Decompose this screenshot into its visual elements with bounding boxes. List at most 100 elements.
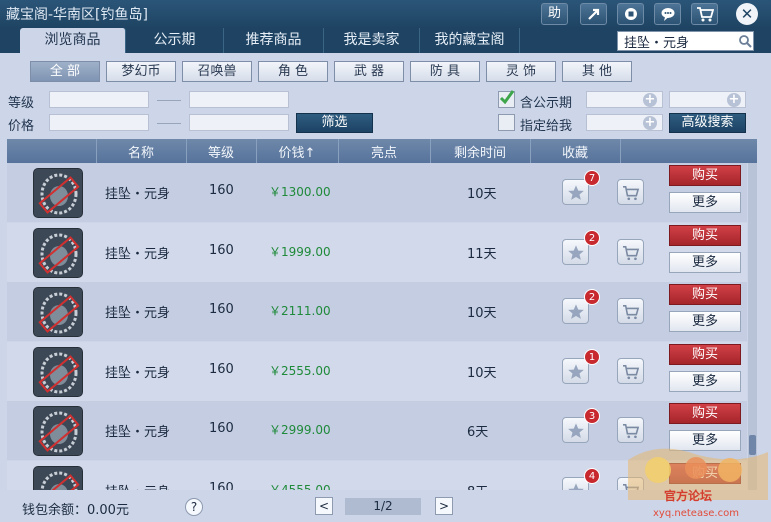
buy-button[interactable]: 购买	[669, 165, 741, 186]
watermark-site-text: xyq.netease.com	[653, 508, 739, 519]
buy-button[interactable]: 购买	[669, 343, 741, 365]
filter-button[interactable]: 筛选	[296, 113, 373, 133]
advanced-search-button[interactable]: 高级搜索	[669, 113, 746, 133]
chat-button[interactable]	[654, 3, 681, 25]
item-remaining-time: 6天	[467, 425, 489, 440]
assign-to-me-checkbox[interactable]	[498, 114, 515, 131]
help-icon[interactable]: ?	[185, 498, 203, 516]
record-button[interactable]	[617, 3, 644, 25]
favorite-count-badge: 2	[584, 229, 600, 246]
table-row[interactable]: 挂坠・元身 160 ￥1300.00 10天 7 购买更多	[7, 163, 747, 222]
table-row[interactable]: 挂坠・元身 160 ￥2111.00 10天 2 购买 更多	[7, 282, 747, 341]
add-to-cart-button[interactable]	[617, 179, 644, 205]
prev-page-button[interactable]: <	[315, 497, 333, 515]
item-level: 160	[209, 480, 234, 491]
help-button[interactable]: 助	[541, 3, 568, 25]
more-button[interactable]: 更多	[669, 370, 741, 392]
include-public-checkbox[interactable]	[498, 90, 515, 108]
search-input[interactable]	[618, 32, 728, 50]
treasure-pavilion-window: 藏宝阁-华南区[钓鱼岛] 助 ✕ 浏览商品 公示期 推荐商品 我是卖家 我的藏宝…	[0, 0, 771, 522]
item-remaining-time: 10天	[467, 187, 497, 202]
watermark-forum-text: 官方论坛	[664, 488, 712, 503]
column-header-price[interactable]: 价钱↑	[256, 142, 338, 161]
tab-public-period[interactable]: 公示期	[126, 28, 224, 53]
price-label: 价格	[8, 119, 35, 134]
item-remaining-time: 11天	[467, 246, 497, 262]
chat-bubble-icon	[661, 8, 674, 21]
item-remaining-time: 10天	[467, 365, 497, 381]
favorite-count-badge: 3	[584, 408, 600, 424]
more-button[interactable]: 更多	[669, 251, 741, 273]
item-price: ￥4555.00	[269, 482, 331, 491]
column-header-favorites[interactable]: 收藏	[530, 142, 620, 161]
price-range-dash	[157, 123, 181, 124]
buy-button[interactable]: 购买	[669, 403, 741, 424]
tab-seller[interactable]: 我是卖家	[324, 28, 420, 53]
price-max-input[interactable]	[189, 114, 289, 131]
tab-recommended[interactable]: 推荐商品	[224, 28, 324, 53]
item-name: 挂坠・元身	[105, 187, 171, 202]
close-icon: ✕	[740, 5, 754, 23]
forum-watermark-logo: 官方论坛 xyq.netease.com	[628, 448, 768, 519]
item-remaining-time: 8天	[467, 481, 488, 491]
item-name: 挂坠・元身	[105, 365, 171, 381]
column-header-name: 名称	[127, 146, 154, 161]
checkmark-icon	[499, 90, 515, 105]
category-spirit-accessory[interactable]: 灵 饰	[486, 61, 556, 82]
wallet-balance: 钱包余额：0.00元	[22, 503, 129, 518]
assign-to-me-label: 指定给我	[520, 119, 573, 134]
category-all[interactable]: 全 部	[30, 61, 100, 82]
plus-icon[interactable]: +	[643, 116, 657, 130]
shopping-cart-button[interactable]	[691, 3, 718, 25]
add-to-cart-button[interactable]	[617, 357, 644, 384]
category-armor[interactable]: 防 具	[410, 61, 480, 82]
add-to-cart-button[interactable]	[617, 238, 644, 265]
favorite-count-badge: 2	[584, 289, 600, 305]
page-indicator: 1/2	[345, 498, 421, 515]
level-range-dash	[157, 100, 181, 101]
table-row[interactable]: 挂坠・元身 160 ￥2555.00 10天 1 购买 更多	[7, 341, 747, 401]
item-thumbnail[interactable]	[33, 168, 83, 218]
category-character[interactable]: 角 色	[258, 61, 328, 82]
share-arrow-icon	[587, 8, 599, 20]
item-thumbnail[interactable]	[33, 287, 83, 337]
tab-browse[interactable]: 浏览商品	[20, 28, 126, 53]
plus-icon[interactable]: +	[727, 93, 741, 107]
plus-icon[interactable]: +	[643, 93, 657, 107]
favorite-count-badge: 7	[584, 170, 600, 186]
level-label: 等级	[8, 96, 35, 111]
buy-button[interactable]: 购买	[669, 284, 741, 305]
more-button[interactable]: 更多	[669, 192, 741, 213]
price-min-input[interactable]	[49, 114, 149, 131]
item-price: ￥1300.00	[269, 185, 331, 199]
shopping-cart-icon	[696, 7, 714, 22]
item-name: 挂坠・元身	[105, 481, 170, 491]
level-min-input[interactable]	[49, 91, 149, 108]
item-price: ￥1999.00	[269, 244, 331, 259]
window-title: 藏宝阁-华南区[钓鱼岛]	[6, 7, 148, 23]
category-weapon[interactable]: 武 器	[334, 61, 404, 82]
category-game-currency[interactable]: 梦幻币	[106, 61, 176, 82]
share-button[interactable]	[580, 3, 607, 25]
next-page-button[interactable]: >	[435, 497, 453, 515]
level-max-input[interactable]	[189, 91, 289, 108]
item-price: ￥2111.00	[269, 304, 331, 318]
item-thumbnail[interactable]	[33, 465, 83, 490]
item-level: 160	[209, 183, 234, 198]
tab-my-pavilion[interactable]: 我的藏宝阁	[420, 28, 520, 53]
column-header-remaining-time[interactable]: 剩余时间	[430, 142, 530, 161]
search-icon[interactable]	[738, 34, 752, 48]
more-button[interactable]: 更多	[669, 311, 741, 332]
close-button[interactable]: ✕	[736, 3, 758, 25]
item-thumbnail[interactable]	[33, 346, 83, 397]
add-to-cart-button[interactable]	[617, 298, 644, 324]
column-header-level[interactable]: 等级	[186, 142, 256, 161]
category-summoned-beast[interactable]: 召唤兽	[182, 61, 252, 82]
item-thumbnail[interactable]	[33, 227, 83, 278]
buy-button[interactable]: 购买	[669, 224, 741, 246]
item-level: 160	[209, 242, 234, 258]
category-other[interactable]: 其 他	[562, 61, 632, 82]
item-thumbnail[interactable]	[33, 406, 83, 456]
item-name: 挂坠・元身	[105, 246, 171, 262]
table-row[interactable]: 挂坠・元身 160 ￥1999.00 11天 2 购买更多	[7, 222, 747, 282]
